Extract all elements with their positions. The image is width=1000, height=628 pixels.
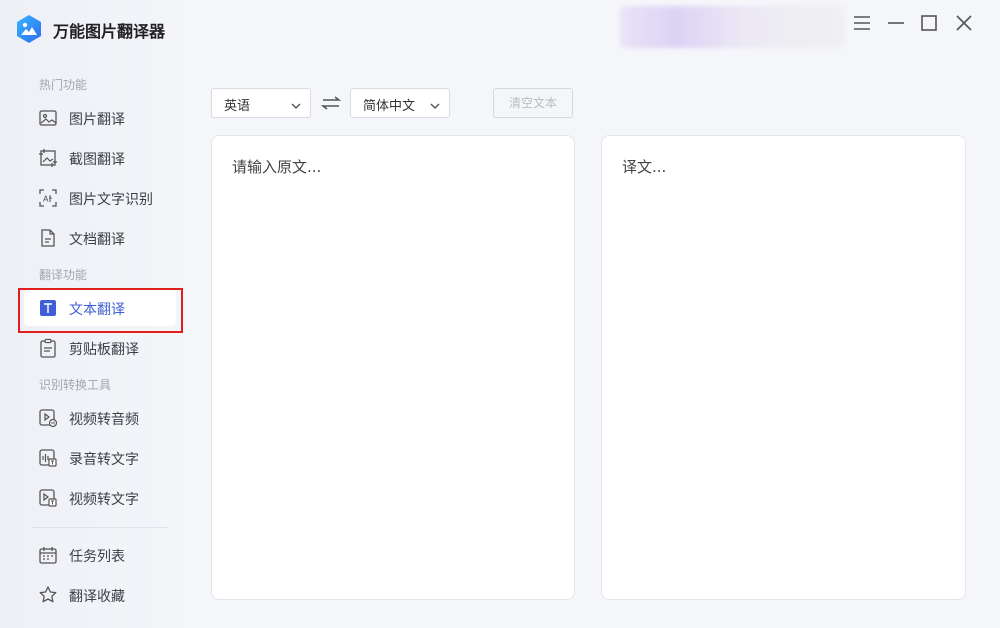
source-language-select[interactable]: 英语 <box>211 88 311 118</box>
close-icon[interactable] <box>953 12 975 34</box>
minimize-icon[interactable] <box>885 12 907 34</box>
section-label-tools: 识别转换工具 <box>39 378 112 392</box>
target-language-value: 简体中文 <box>363 99 416 114</box>
selection-highlight <box>18 288 183 333</box>
sidebar-item-label: 视频转音频 <box>69 412 139 428</box>
clear-text-button[interactable]: 清空文本 <box>493 88 573 118</box>
menu-icon[interactable] <box>851 12 873 34</box>
sidebar-item-image-translate[interactable]: 图片翻译 <box>24 100 176 136</box>
source-text-input[interactable]: 请输入原文... <box>211 135 575 600</box>
app-logo-icon <box>15 14 43 44</box>
target-language-select[interactable]: 简体中文 <box>350 88 450 118</box>
app-window: 万能图片翻译器 热门功能 图片翻译 截图翻译 A 图片文字识别 文档翻译 翻译功… <box>0 0 1000 628</box>
sidebar-item-label: 截图翻译 <box>69 152 125 168</box>
sidebar-item-label: 图片翻译 <box>69 112 125 128</box>
sidebar-item-video-to-audio[interactable]: 视频转音频 <box>24 400 176 436</box>
sidebar-item-video-to-text[interactable]: 视频转文字 <box>24 480 176 516</box>
sidebar-divider <box>32 527 168 528</box>
video-audio-icon <box>38 408 58 428</box>
sidebar-item-label: 图片文字识别 <box>69 192 153 208</box>
sidebar-item-label: 剪贴板翻译 <box>69 342 139 358</box>
document-icon <box>38 228 58 248</box>
sidebar-item-ocr[interactable]: A 图片文字识别 <box>24 180 176 216</box>
section-label-hot: 热门功能 <box>39 78 88 92</box>
image-icon <box>38 108 58 128</box>
swap-languages-icon[interactable] <box>320 92 342 114</box>
app-title: 万能图片翻译器 <box>53 22 166 41</box>
sidebar-item-screenshot-translate[interactable]: 截图翻译 <box>24 140 176 176</box>
section-label-translate: 翻译功能 <box>39 268 88 282</box>
chevron-down-icon <box>429 97 441 109</box>
svg-text:A: A <box>43 195 49 204</box>
sidebar-item-document-translate[interactable]: 文档翻译 <box>24 220 176 256</box>
calendar-icon <box>38 545 58 565</box>
translation-output[interactable]: 译文... <box>601 135 966 600</box>
user-account-area[interactable] <box>620 6 845 48</box>
video-text-icon <box>38 488 58 508</box>
sidebar-item-favorites[interactable]: 翻译收藏 <box>24 577 176 613</box>
source-language-value: 英语 <box>224 99 251 114</box>
sidebar-item-task-list[interactable]: 任务列表 <box>24 537 176 573</box>
maximize-icon[interactable] <box>918 12 940 34</box>
audio-text-icon <box>38 448 58 468</box>
sidebar-item-clipboard-translate[interactable]: 剪贴板翻译 <box>24 330 176 366</box>
sidebar-item-label: 文档翻译 <box>69 232 125 248</box>
sidebar-item-label: 视频转文字 <box>69 492 139 508</box>
target-placeholder: 译文... <box>622 158 667 176</box>
title-bar: 万能图片翻译器 <box>0 0 1000 58</box>
screenshot-icon <box>38 148 58 168</box>
ocr-icon: A <box>38 188 58 208</box>
sidebar-item-audio-to-text[interactable]: 录音转文字 <box>24 440 176 476</box>
sidebar-item-label: 录音转文字 <box>69 452 139 468</box>
star-icon <box>38 585 58 605</box>
clipboard-icon <box>38 338 58 358</box>
chevron-down-icon <box>290 97 302 109</box>
source-placeholder: 请输入原文... <box>232 158 322 176</box>
sidebar-item-label: 翻译收藏 <box>69 589 125 605</box>
sidebar-item-label: 任务列表 <box>69 549 125 565</box>
